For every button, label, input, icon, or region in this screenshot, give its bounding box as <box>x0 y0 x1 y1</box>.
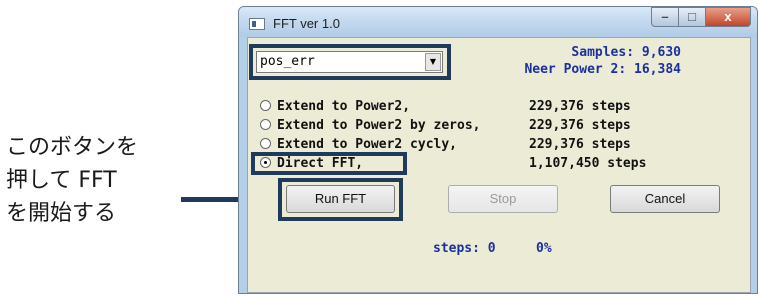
progress-steps: steps: 0 <box>433 241 496 256</box>
close-button[interactable]: x <box>705 7 751 27</box>
signal-select[interactable]: pos_err ▼ <box>256 51 443 73</box>
annotation-line-2: 押して FFT <box>6 168 117 193</box>
annotation-line-3: を開始する <box>6 201 117 226</box>
option-steps: 229,376 steps <box>529 137 631 152</box>
radio-extend-power2-zeros[interactable] <box>260 119 271 130</box>
option-steps: 1,107,450 steps <box>529 156 647 171</box>
option-steps: 229,376 steps <box>529 99 631 114</box>
cancel-button[interactable]: Cancel <box>610 185 720 213</box>
stop-button[interactable]: Stop <box>448 185 558 213</box>
neer-power-readout: Neer Power 2: 16,384 <box>524 62 681 77</box>
option-steps: 229,376 steps <box>529 118 631 133</box>
option-label: Extend to Power2 by zeros, <box>277 118 481 133</box>
option-label: Extend to Power2 cycly, <box>277 137 458 152</box>
option-label: Direct FFT, <box>277 156 364 171</box>
radio-extend-power2-cycly[interactable] <box>260 138 271 149</box>
option-direct-fft[interactable]: Direct FFT, <box>260 156 363 174</box>
dropdown-arrow-icon[interactable]: ▼ <box>425 53 441 71</box>
option-extend-power2[interactable]: Extend to Power2, <box>260 99 410 117</box>
option-label: Extend to Power2, <box>277 99 411 114</box>
maximize-button[interactable]: □ <box>678 7 706 27</box>
samples-readout: Samples: 9,630 <box>571 45 681 60</box>
run-fft-button[interactable]: Run FFT <box>286 185 395 213</box>
annotation-text: このボタンを 押して FFT を開始する <box>6 131 166 230</box>
annotation-line-1: このボタンを <box>6 135 139 160</box>
option-extend-power2-zeros[interactable]: Extend to Power2 by zeros, <box>260 118 481 136</box>
radio-direct-fft[interactable] <box>260 157 271 168</box>
title-bar[interactable]: FFT ver 1.0 – □ x <box>239 7 757 37</box>
fft-window: FFT ver 1.0 – □ x pos_err ▼ Samples: 9,6… <box>238 6 758 294</box>
minimize-button[interactable]: – <box>651 7 679 27</box>
dialog-client-area: pos_err ▼ Samples: 9,630 Neer Power 2: 1… <box>247 37 751 293</box>
progress-percent: 0% <box>536 241 552 256</box>
signal-select-value: pos_err <box>260 54 315 69</box>
radio-extend-power2[interactable] <box>260 100 271 111</box>
app-icon <box>249 18 265 30</box>
window-title: FFT ver 1.0 <box>273 16 340 31</box>
